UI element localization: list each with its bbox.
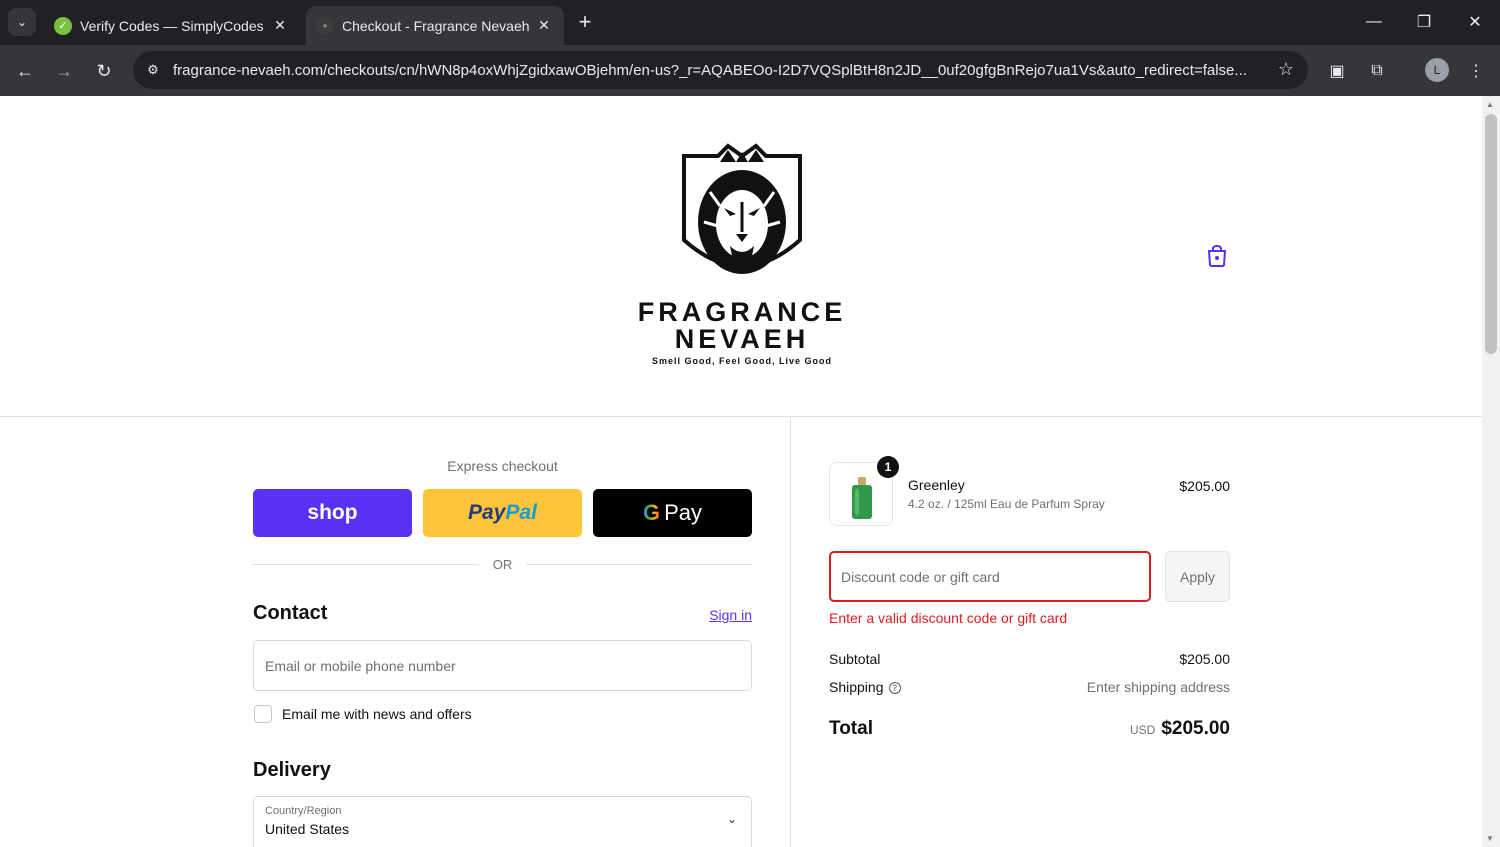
total-label: Total bbox=[829, 718, 873, 739]
delivery-heading: Delivery bbox=[253, 759, 331, 781]
express-checkout-label: Express checkout bbox=[447, 458, 558, 474]
gpay-label: Pay bbox=[664, 500, 703, 525]
close-tab-icon[interactable]: ✕ bbox=[270, 17, 290, 34]
chevron-down-icon: ⌄ bbox=[726, 812, 737, 826]
tab-search-button[interactable]: ⌄ bbox=[8, 8, 36, 36]
tab-checkout[interactable]: ● Checkout - Fragrance Nevaeh ✕ bbox=[306, 6, 564, 45]
or-divider-left bbox=[253, 564, 479, 565]
scroll-down-icon[interactable]: ▼ bbox=[1486, 834, 1494, 843]
page-scrollbar[interactable]: ▲ ▼ bbox=[1482, 96, 1500, 847]
contact-heading: Contact bbox=[253, 602, 328, 624]
tab-title: Verify Codes — SimplyCodes bbox=[80, 17, 264, 34]
brand-name-line2: NEVAEH bbox=[674, 324, 810, 354]
browser-toolbar: ← → ↻ ⚙ fragrance-nevaeh.com/checkouts/c… bbox=[0, 45, 1500, 96]
product-name: Greenley bbox=[908, 477, 965, 493]
currency-code: USD bbox=[1129, 723, 1156, 737]
header-divider bbox=[0, 416, 1482, 417]
back-icon[interactable]: ← bbox=[10, 56, 40, 86]
restore-icon[interactable]: ❐ bbox=[1404, 8, 1444, 36]
info-icon[interactable]: ? bbox=[888, 682, 901, 694]
tab-simplycodes[interactable]: ✓ Verify Codes — SimplyCodes ✕ bbox=[44, 6, 300, 45]
browser-tab-bar: ⌄ ✓ Verify Codes — SimplyCodes ✕ ● Check… bbox=[0, 0, 1500, 45]
discount-placeholder: Discount code or gift card bbox=[841, 569, 1000, 585]
scrollbar-thumb[interactable] bbox=[1485, 114, 1497, 354]
newsletter-checkbox[interactable] bbox=[254, 705, 272, 723]
shipping-label: Shipping bbox=[829, 679, 884, 695]
close-window-icon[interactable]: ✕ bbox=[1455, 8, 1495, 36]
or-separator: OR bbox=[492, 557, 513, 572]
shipping-row: Shipping? bbox=[829, 679, 901, 695]
google-g-icon: G bbox=[642, 500, 661, 525]
newsletter-label: Email me with news and offers bbox=[282, 706, 472, 722]
store-logo[interactable]: FRAGRANCE NEVAEH Smell Good, Feel Good, … bbox=[630, 142, 854, 372]
quantity-badge: 1 bbox=[877, 456, 899, 478]
tab-title: Checkout - Fragrance Nevaeh bbox=[342, 17, 530, 34]
sign-in-link[interactable]: Sign in bbox=[700, 607, 752, 623]
google-pay-button[interactable]: G Pay bbox=[593, 489, 752, 537]
scroll-up-icon[interactable]: ▲ bbox=[1486, 100, 1494, 109]
shop-pay-button[interactable]: shop bbox=[253, 489, 412, 537]
email-field[interactable]: Email or mobile phone number bbox=[253, 640, 752, 691]
discount-code-input[interactable]: Discount code or gift card bbox=[829, 551, 1151, 602]
product-price: $205.00 bbox=[1179, 478, 1230, 494]
extension-icon[interactable]: ▣ bbox=[1324, 58, 1350, 84]
menu-kebab-icon[interactable]: ⋮ bbox=[1463, 58, 1489, 84]
shipping-value: Enter shipping address bbox=[1086, 679, 1230, 695]
close-tab-icon[interactable]: ✕ bbox=[534, 17, 554, 34]
shopping-bag-icon[interactable] bbox=[1206, 244, 1228, 268]
country-label: Country/Region bbox=[265, 805, 342, 817]
perfume-bottle-icon bbox=[852, 477, 872, 519]
reload-icon[interactable]: ↻ bbox=[89, 56, 119, 86]
extensions-puzzle-icon[interactable]: ⧉ bbox=[1364, 58, 1390, 84]
lion-crest-icon bbox=[682, 143, 802, 274]
paypal-label-a: Pay bbox=[468, 501, 506, 524]
country-select[interactable]: Country/Region United States ⌄ bbox=[253, 796, 752, 847]
address-bar[interactable]: ⚙ fragrance-nevaeh.com/checkouts/cn/hWN8… bbox=[133, 51, 1308, 89]
checkout-page: FRAGRANCE NEVAEH Smell Good, Feel Good, … bbox=[0, 96, 1482, 847]
column-divider bbox=[790, 416, 791, 847]
chevron-down-icon: ⌄ bbox=[16, 15, 28, 29]
paypal-label-b: Pal bbox=[505, 501, 537, 524]
total-value: USD $205.00 bbox=[1030, 718, 1230, 740]
site-settings-icon[interactable]: ⚙ bbox=[141, 58, 165, 82]
simplycodes-favicon-icon: ✓ bbox=[54, 16, 72, 35]
or-divider-right bbox=[526, 564, 752, 565]
fragrance-favicon-icon: ● bbox=[316, 16, 334, 35]
subtotal-label: Subtotal bbox=[829, 651, 881, 667]
brand-name-line1: FRAGRANCE bbox=[637, 297, 847, 327]
forward-icon[interactable]: → bbox=[49, 56, 79, 86]
subtotal-value: $205.00 bbox=[1179, 651, 1230, 667]
minimize-icon[interactable]: — bbox=[1354, 8, 1394, 36]
total-amount: $205.00 bbox=[1161, 718, 1230, 739]
new-tab-button[interactable]: + bbox=[572, 9, 598, 35]
bookmark-star-icon[interactable]: ☆ bbox=[1278, 59, 1294, 80]
country-value: United States bbox=[265, 821, 350, 837]
paypal-button[interactable]: Pay Pal bbox=[423, 489, 582, 537]
brand-tagline: Smell Good, Feel Good, Live Good bbox=[651, 356, 832, 366]
discount-error-message: Enter a valid discount code or gift card bbox=[829, 610, 1068, 626]
url-text[interactable]: fragrance-nevaeh.com/checkouts/cn/hWN8p4… bbox=[173, 62, 1263, 79]
apply-discount-button[interactable]: Apply bbox=[1165, 551, 1230, 602]
profile-avatar[interactable]: L bbox=[1425, 58, 1449, 82]
product-description: 4.2 oz. / 125ml Eau de Parfum Spray bbox=[908, 497, 1105, 511]
email-placeholder: Email or mobile phone number bbox=[265, 658, 456, 674]
